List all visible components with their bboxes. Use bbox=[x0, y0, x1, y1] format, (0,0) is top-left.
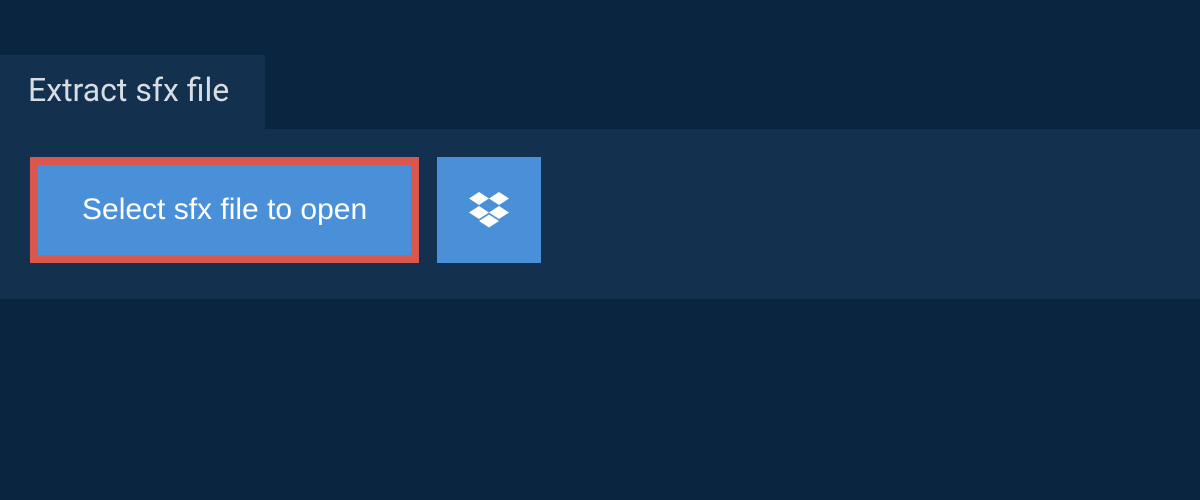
dropbox-button[interactable] bbox=[437, 157, 541, 263]
tab-extract-sfx[interactable]: Extract sfx file bbox=[0, 55, 265, 129]
select-file-highlight: Select sfx file to open bbox=[30, 157, 419, 263]
dropbox-icon bbox=[469, 190, 509, 230]
content-panel: Select sfx file to open bbox=[0, 129, 1200, 299]
select-file-label: Select sfx file to open bbox=[82, 193, 367, 226]
tab-label: Extract sfx file bbox=[28, 71, 229, 109]
select-file-button[interactable]: Select sfx file to open bbox=[38, 165, 411, 255]
footer-area bbox=[0, 299, 1200, 499]
button-row: Select sfx file to open bbox=[30, 157, 1170, 263]
tab-bar: Extract sfx file bbox=[0, 0, 1200, 129]
